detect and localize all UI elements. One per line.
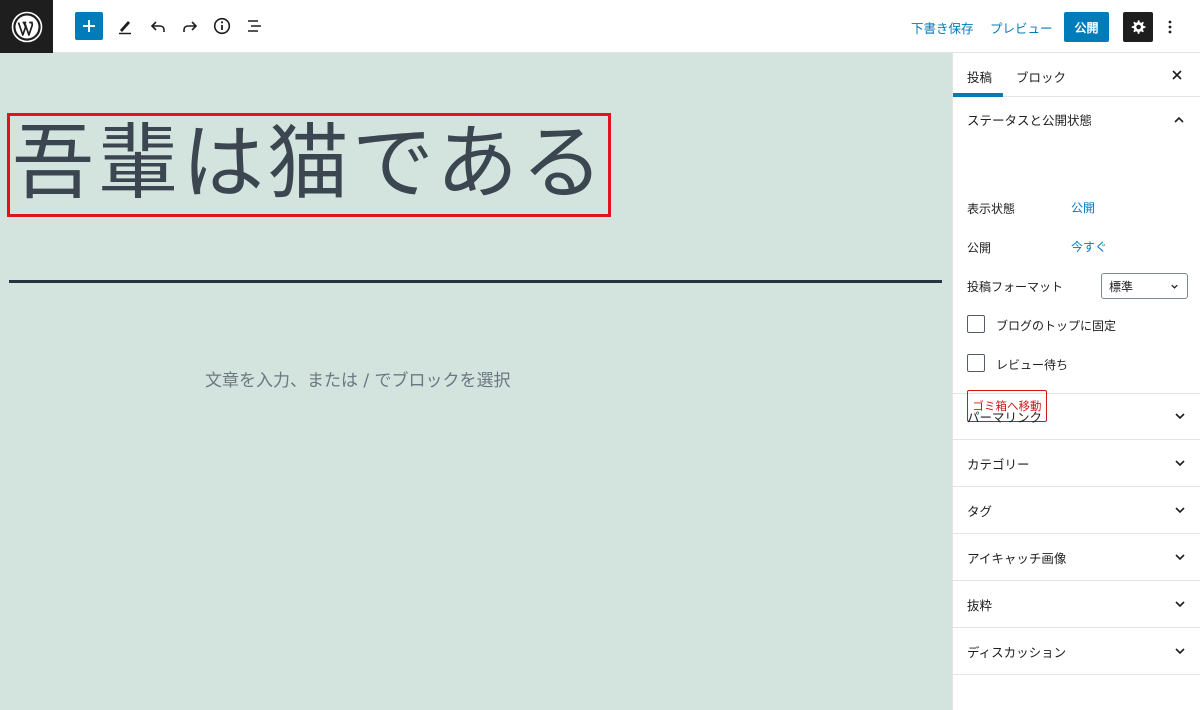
- visibility-toggle[interactable]: 公開: [1071, 199, 1095, 216]
- featured-image-panel-title: アイキャッチ画像: [967, 550, 1067, 566]
- categories-panel-header[interactable]: カテゴリー: [953, 440, 1200, 487]
- visibility-label: 表示状態: [967, 202, 1016, 216]
- info-icon: [213, 17, 231, 35]
- redo-icon: [183, 21, 198, 32]
- save-draft-button[interactable]: 下書き保存: [911, 18, 974, 37]
- more-options-button[interactable]: [1160, 12, 1180, 42]
- publish-label: 公開: [967, 241, 992, 255]
- list-view-icon: [248, 20, 261, 32]
- discussion-panel-title: ディスカッション: [967, 644, 1067, 660]
- undo-icon: [150, 21, 165, 32]
- excerpt-panel-header[interactable]: 抜粋: [953, 581, 1200, 628]
- publish-date-toggle[interactable]: 今すぐ: [1071, 238, 1107, 255]
- discussion-panel-header[interactable]: ディスカッション: [953, 628, 1200, 675]
- chevron-down-icon: [1175, 601, 1185, 608]
- close-sidebar-button[interactable]: [1168, 66, 1186, 84]
- preview-button[interactable]: プレビュー: [990, 18, 1053, 37]
- chevron-down-icon: [1175, 648, 1185, 655]
- chevron-down-icon: [1171, 284, 1178, 289]
- post-title[interactable]: 吾輩は猫である: [12, 114, 606, 214]
- more-vertical-icon: [1168, 20, 1172, 34]
- chevron-down-icon: [1175, 554, 1185, 561]
- sticky-label[interactable]: ブログのトップに固定: [996, 317, 1116, 334]
- tags-panel-header[interactable]: タグ: [953, 487, 1200, 534]
- status-panel-title: ステータスと公開状態: [967, 112, 1093, 128]
- settings-button[interactable]: [1123, 12, 1153, 42]
- undo-button[interactable]: [144, 12, 172, 40]
- plus-icon: [83, 20, 95, 32]
- status-panel-header[interactable]: ステータスと公開状態: [953, 97, 1200, 141]
- settings-sidebar: 投稿 ブロック ステータスと公開状態 表示状態 公開 公開 今すぐ 投稿フォーマ…: [952, 53, 1200, 710]
- sticky-checkbox[interactable]: [967, 315, 985, 333]
- categories-panel-title: カテゴリー: [967, 456, 1030, 472]
- add-block-button[interactable]: [75, 12, 103, 40]
- post-format-label: 投稿フォーマット: [967, 280, 1064, 294]
- block-navigation-button[interactable]: [241, 12, 269, 40]
- tools-button[interactable]: [111, 12, 139, 40]
- status-visibility-panel: ステータスと公開状態 表示状態 公開 公開 今すぐ 投稿フォーマット 標準 ブロ…: [953, 97, 1200, 422]
- chevron-down-icon: [1175, 460, 1185, 467]
- top-toolbar: 下書き保存 プレビュー 公開: [0, 0, 1200, 53]
- tags-panel-title: タグ: [967, 503, 993, 519]
- wordpress-logo-icon[interactable]: [0, 0, 53, 53]
- excerpt-panel-title: 抜粋: [967, 597, 993, 613]
- chevron-up-icon: [1174, 116, 1184, 123]
- block-placeholder[interactable]: 文章を入力、または / でブロックを選択: [205, 366, 511, 391]
- permalink-panel-header[interactable]: パーマリンク: [953, 393, 1200, 440]
- permalink-panel-title: パーマリンク: [967, 409, 1043, 425]
- pending-review-checkbox[interactable]: [967, 354, 985, 372]
- info-button[interactable]: [208, 12, 236, 40]
- sidebar-tabs: 投稿 ブロック: [953, 53, 1200, 97]
- pencil-icon: [119, 21, 131, 35]
- post-format-select[interactable]: 標準: [1101, 273, 1188, 299]
- tab-post[interactable]: 投稿: [967, 67, 992, 86]
- pending-review-label[interactable]: レビュー待ち: [996, 356, 1068, 373]
- gear-icon: [1131, 20, 1146, 34]
- separator-block[interactable]: [9, 280, 942, 283]
- chevron-down-icon: [1175, 507, 1185, 514]
- post-format-value: 標準: [1109, 279, 1134, 294]
- publish-button[interactable]: 公開: [1064, 12, 1109, 42]
- editor-canvas: 吾輩は猫である 文章を入力、または / でブロックを選択: [0, 53, 952, 710]
- chevron-down-icon: [1175, 413, 1185, 420]
- featured-image-panel-header[interactable]: アイキャッチ画像: [953, 534, 1200, 581]
- redo-button[interactable]: [176, 12, 204, 40]
- collapsed-panels: パーマリンク カテゴリー タグ アイキャッチ画像 抜粋 ディスカッション: [953, 393, 1200, 675]
- close-icon: [1172, 70, 1182, 80]
- tab-block[interactable]: ブロック: [1016, 67, 1066, 86]
